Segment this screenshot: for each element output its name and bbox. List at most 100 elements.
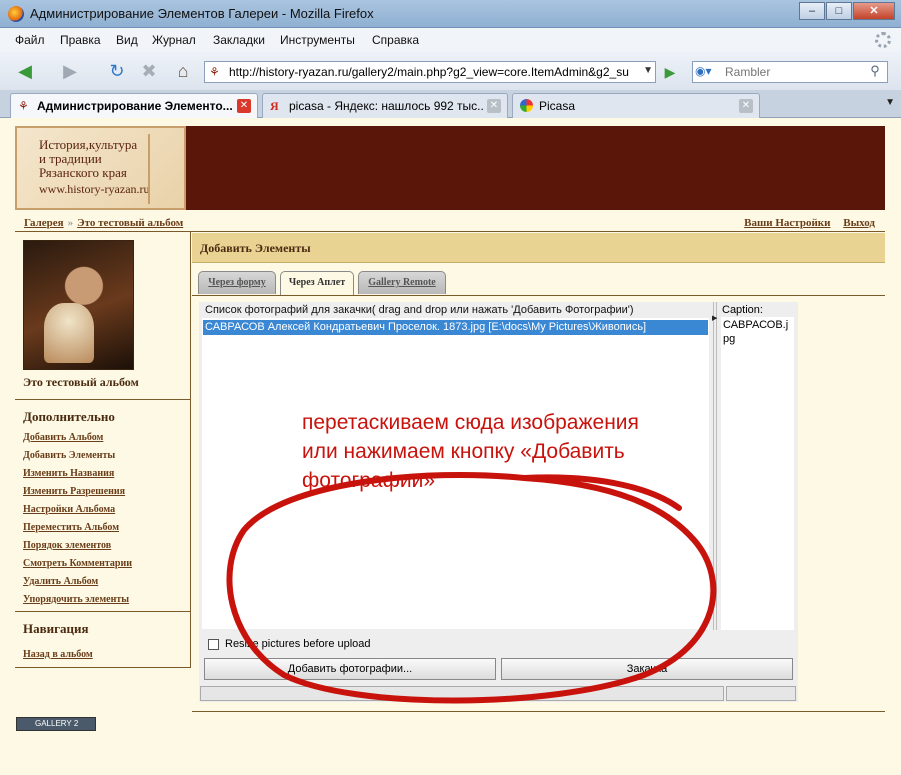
divider <box>192 711 885 712</box>
logo-line: www.history-ryazan.ru <box>39 182 150 196</box>
caption-label: Caption: <box>722 304 763 316</box>
home-icon[interactable]: ⌂ <box>172 58 194 84</box>
divider <box>192 295 885 296</box>
annotation-line: фотографии» <box>302 469 435 492</box>
list-item[interactable]: САВРАСОВ Алексей Кондратьевич Проселок. … <box>203 320 708 335</box>
navigation-toolbar: ◀ ▶ ↻ ✖ ⌂ ⚘ http://history-ryazan.ru/gal… <box>0 52 901 90</box>
menu-tools[interactable]: Инструменты <box>280 33 355 47</box>
search-engine-icon[interactable]: ◉▾ <box>695 64 723 80</box>
logout-link[interactable]: Выход <box>843 217 875 229</box>
sidebar: Это тестовый альбом Дополнительно Добави… <box>15 232 191 668</box>
logo-line: Рязанского края <box>39 165 127 180</box>
site-banner: История,культура и традиции Рязанского к… <box>15 126 885 210</box>
sidebar-link-add-items[interactable]: Добавить Элементы <box>23 450 115 461</box>
address-text[interactable]: http://history-ryazan.ru/gallery2/main.p… <box>229 65 641 79</box>
church-icon <box>148 134 178 204</box>
status-field <box>726 686 796 701</box>
menu-bookmarks[interactable]: Закладки <box>213 33 265 47</box>
tab-label: Администрирование Элементо... <box>37 99 233 113</box>
album-thumbnail[interactable] <box>23 240 134 370</box>
window-controls: – □ ✕ <box>798 2 895 20</box>
search-box[interactable]: ◉▾ ⚲ <box>692 61 888 83</box>
menu-bar: Файл Правка Вид Журнал Закладки Инструме… <box>0 28 901 52</box>
divider <box>15 611 191 612</box>
album-title: Это тестовый альбом <box>23 375 139 389</box>
sidebar-link-album-settings[interactable]: Настройки Альбома <box>23 504 115 515</box>
back-arrow-icon[interactable]: ◀ <box>10 58 40 84</box>
caption-field[interactable]: САВРАСОВ.jpg <box>721 317 794 630</box>
annotation-line: или нажимаем кнопку «Добавить <box>302 440 625 463</box>
sidebar-link-back-to-album[interactable]: Назад в альбом <box>23 649 93 660</box>
painting-figure <box>44 303 94 363</box>
annotation-line: перетаскиваем сюда изображения <box>302 411 639 434</box>
search-icon[interactable]: ⚲ <box>865 63 885 81</box>
breadcrumb: Галерея» Это тестовый альбом <box>24 217 183 229</box>
tab-picasa[interactable]: Picasa ✕ <box>512 93 760 118</box>
sidebar-link-edit-permissions[interactable]: Изменить Разрешения <box>23 486 125 497</box>
stop-icon[interactable]: ✖ <box>138 58 160 84</box>
go-arrow-icon[interactable]: ▶ <box>660 62 680 82</box>
search-input[interactable] <box>725 64 859 80</box>
tab-yandex-search[interactable]: Я picasa - Яндекс: нашлось 992 тыс.... ✕ <box>262 93 508 118</box>
list-all-tabs-icon[interactable]: ▼ <box>885 97 895 108</box>
sidebar-link-item-order[interactable]: Порядок элементов <box>23 540 111 551</box>
chevron-down-icon[interactable]: ▼ <box>643 65 653 76</box>
menu-edit[interactable]: Правка <box>60 33 101 47</box>
page-title: Добавить Элементы <box>200 241 311 255</box>
user-links: Ваши Настройки Выход <box>734 217 875 229</box>
divider <box>15 399 191 400</box>
page-content: История,культура и традиции Рязанского к… <box>0 118 901 775</box>
yandex-favicon-icon: Я <box>270 99 279 113</box>
sidebar-link-move-album[interactable]: Переместить Альбом <box>23 522 119 533</box>
sidebar-heading-extra: Дополнительно <box>23 409 115 424</box>
picasa-favicon-icon <box>520 99 533 112</box>
menu-view[interactable]: Вид <box>116 33 138 47</box>
annotation-oval <box>226 471 717 704</box>
sidebar-link-sort-items[interactable]: Упорядочить элементы <box>23 594 129 605</box>
sidebar-link-edit-captions[interactable]: Изменить Названия <box>23 468 114 479</box>
menu-help[interactable]: Справка <box>372 33 419 47</box>
tab-label: Picasa <box>539 99 576 113</box>
tab-label: picasa - Яндекс: нашлось 992 тыс.... <box>289 99 485 113</box>
sidebar-heading-navigation: Навигация <box>23 621 89 636</box>
window-title: Администрирование Элементов Галереи - Mo… <box>30 6 374 21</box>
breadcrumb-gallery[interactable]: Галерея <box>24 217 64 229</box>
menu-file[interactable]: Файл <box>15 33 45 47</box>
sidebar-link-delete-album[interactable]: Удалить Альбом <box>23 576 98 587</box>
sidebar-link-view-comments[interactable]: Смотреть Комментарии <box>23 558 132 569</box>
window-titlebar: Администрирование Элементов Галереи - Mo… <box>0 0 901 28</box>
tab-via-form[interactable]: Через форму <box>198 271 276 294</box>
throbber-icon <box>875 32 891 48</box>
logo-line: и традиции <box>39 151 102 166</box>
tab-via-applet[interactable]: Через Аплет <box>280 271 354 296</box>
close-tab-icon[interactable]: ✕ <box>237 99 251 113</box>
gallery-favicon-icon: ⚘ <box>18 99 29 113</box>
annotation-text: перетаскиваем сюда изображения или нажим… <box>302 408 702 495</box>
breadcrumb-album[interactable]: Это тестовый альбом <box>77 217 183 229</box>
settings-link[interactable]: Ваши Настройки <box>744 217 830 229</box>
close-button[interactable]: ✕ <box>853 2 895 20</box>
close-tab-icon[interactable]: ✕ <box>739 99 753 113</box>
browser-tab-bar: ⚘ Администрирование Элементо... ✕ Я pica… <box>0 90 901 119</box>
breadcrumb-separator-icon: » <box>67 217 74 229</box>
maximize-button[interactable]: □ <box>826 2 852 20</box>
forward-arrow-icon[interactable]: ▶ <box>56 58 84 84</box>
tab-gallery-remote[interactable]: Gallery Remote <box>358 271 446 294</box>
file-list-label: Список фотографий для закачки( drag and … <box>205 304 634 316</box>
site-logo[interactable]: История,культура и традиции Рязанского к… <box>15 126 186 210</box>
divider <box>15 667 191 668</box>
gallery2-badge[interactable]: GALLERY 2 <box>16 717 96 731</box>
resize-checkbox[interactable] <box>208 638 219 650</box>
tab-gallery-admin[interactable]: ⚘ Администрирование Элементо... ✕ <box>10 93 258 119</box>
site-favicon-icon: ⚘ <box>209 65 220 79</box>
firefox-icon <box>8 6 24 22</box>
sidebar-link-add-album[interactable]: Добавить Альбом <box>23 432 103 443</box>
logo-line: История,культура <box>39 137 138 152</box>
section-header: Добавить Элементы <box>192 233 885 263</box>
splitter-arrow-icon[interactable]: ▶ <box>712 314 717 322</box>
address-bar[interactable]: ⚘ http://history-ryazan.ru/gallery2/main… <box>204 61 656 83</box>
menu-history[interactable]: Журнал <box>152 33 196 47</box>
reload-icon[interactable]: ↻ <box>104 58 130 84</box>
minimize-button[interactable]: – <box>799 2 825 20</box>
close-tab-icon[interactable]: ✕ <box>487 99 501 113</box>
